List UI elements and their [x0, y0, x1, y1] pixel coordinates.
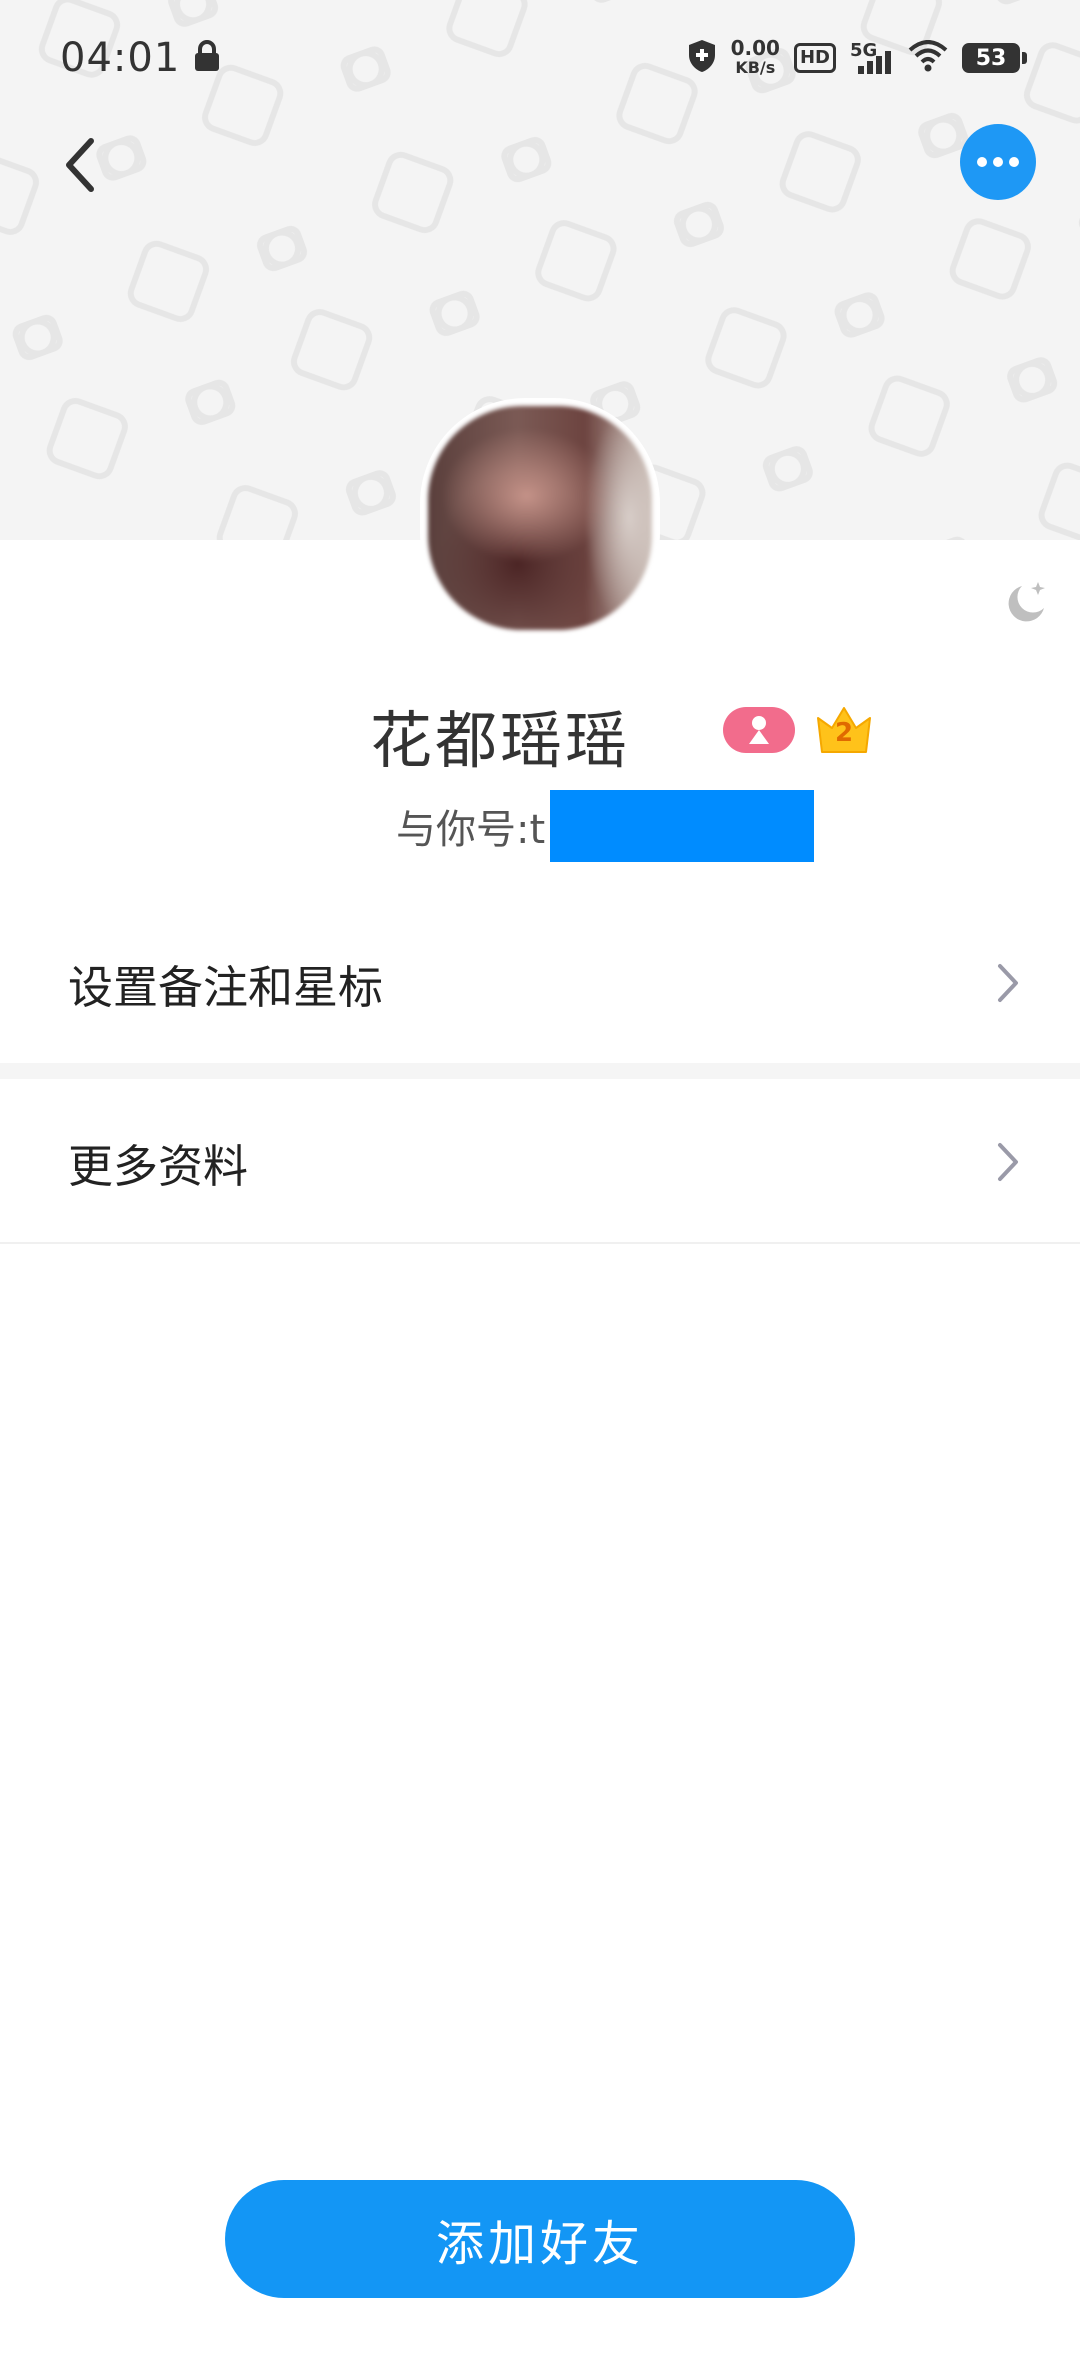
- status-bar: 04:01 0.00 KB/s HD 5G 53: [0, 0, 1080, 116]
- gender-badge: [723, 707, 795, 753]
- chevron-right-icon: [998, 964, 1018, 1002]
- chevron-left-icon: [66, 138, 94, 192]
- chevron-right-icon: [998, 1143, 1018, 1181]
- vip-level: 2: [834, 718, 854, 748]
- avatar-image: [428, 406, 652, 630]
- redacted-block: [550, 790, 814, 862]
- lock-icon: [194, 40, 220, 76]
- female-icon: [749, 716, 769, 744]
- battery-indicator: 53: [962, 43, 1027, 73]
- signal-icon: 5G: [850, 40, 894, 76]
- network-speed: 0.00 KB/s: [730, 36, 780, 77]
- more-options-button[interactable]: [960, 124, 1036, 200]
- row-divider: [0, 1242, 1080, 1244]
- set-remark-row[interactable]: 设置备注和星标: [0, 903, 1080, 1063]
- night-mode-button[interactable]: [1000, 578, 1052, 630]
- user-name: 花都瑶瑶: [369, 704, 630, 777]
- status-time: 04:01: [60, 35, 181, 81]
- add-friend-button[interactable]: 添加好友: [225, 2180, 855, 2298]
- more-dots-icon: [977, 157, 1019, 167]
- shield-icon: [687, 39, 717, 77]
- more-info-label: 更多资料: [68, 1139, 249, 1193]
- relation-prefix: 与你号:t: [396, 807, 546, 853]
- more-info-row[interactable]: 更多资料: [0, 1082, 1080, 1242]
- relation-text: 与你号:t: [396, 790, 545, 862]
- avatar[interactable]: [420, 398, 660, 638]
- back-button[interactable]: [36, 120, 126, 210]
- speed-unit: KB/s: [735, 58, 776, 77]
- speed-value: 0.00: [730, 36, 780, 60]
- section-divider: [0, 1063, 1080, 1079]
- hd-badge: HD: [793, 43, 836, 73]
- wifi-icon: [908, 40, 948, 76]
- set-remark-label: 设置备注和星标: [68, 960, 384, 1014]
- moon-star-icon: [1008, 582, 1045, 622]
- vip-level-badge: 2: [814, 704, 874, 756]
